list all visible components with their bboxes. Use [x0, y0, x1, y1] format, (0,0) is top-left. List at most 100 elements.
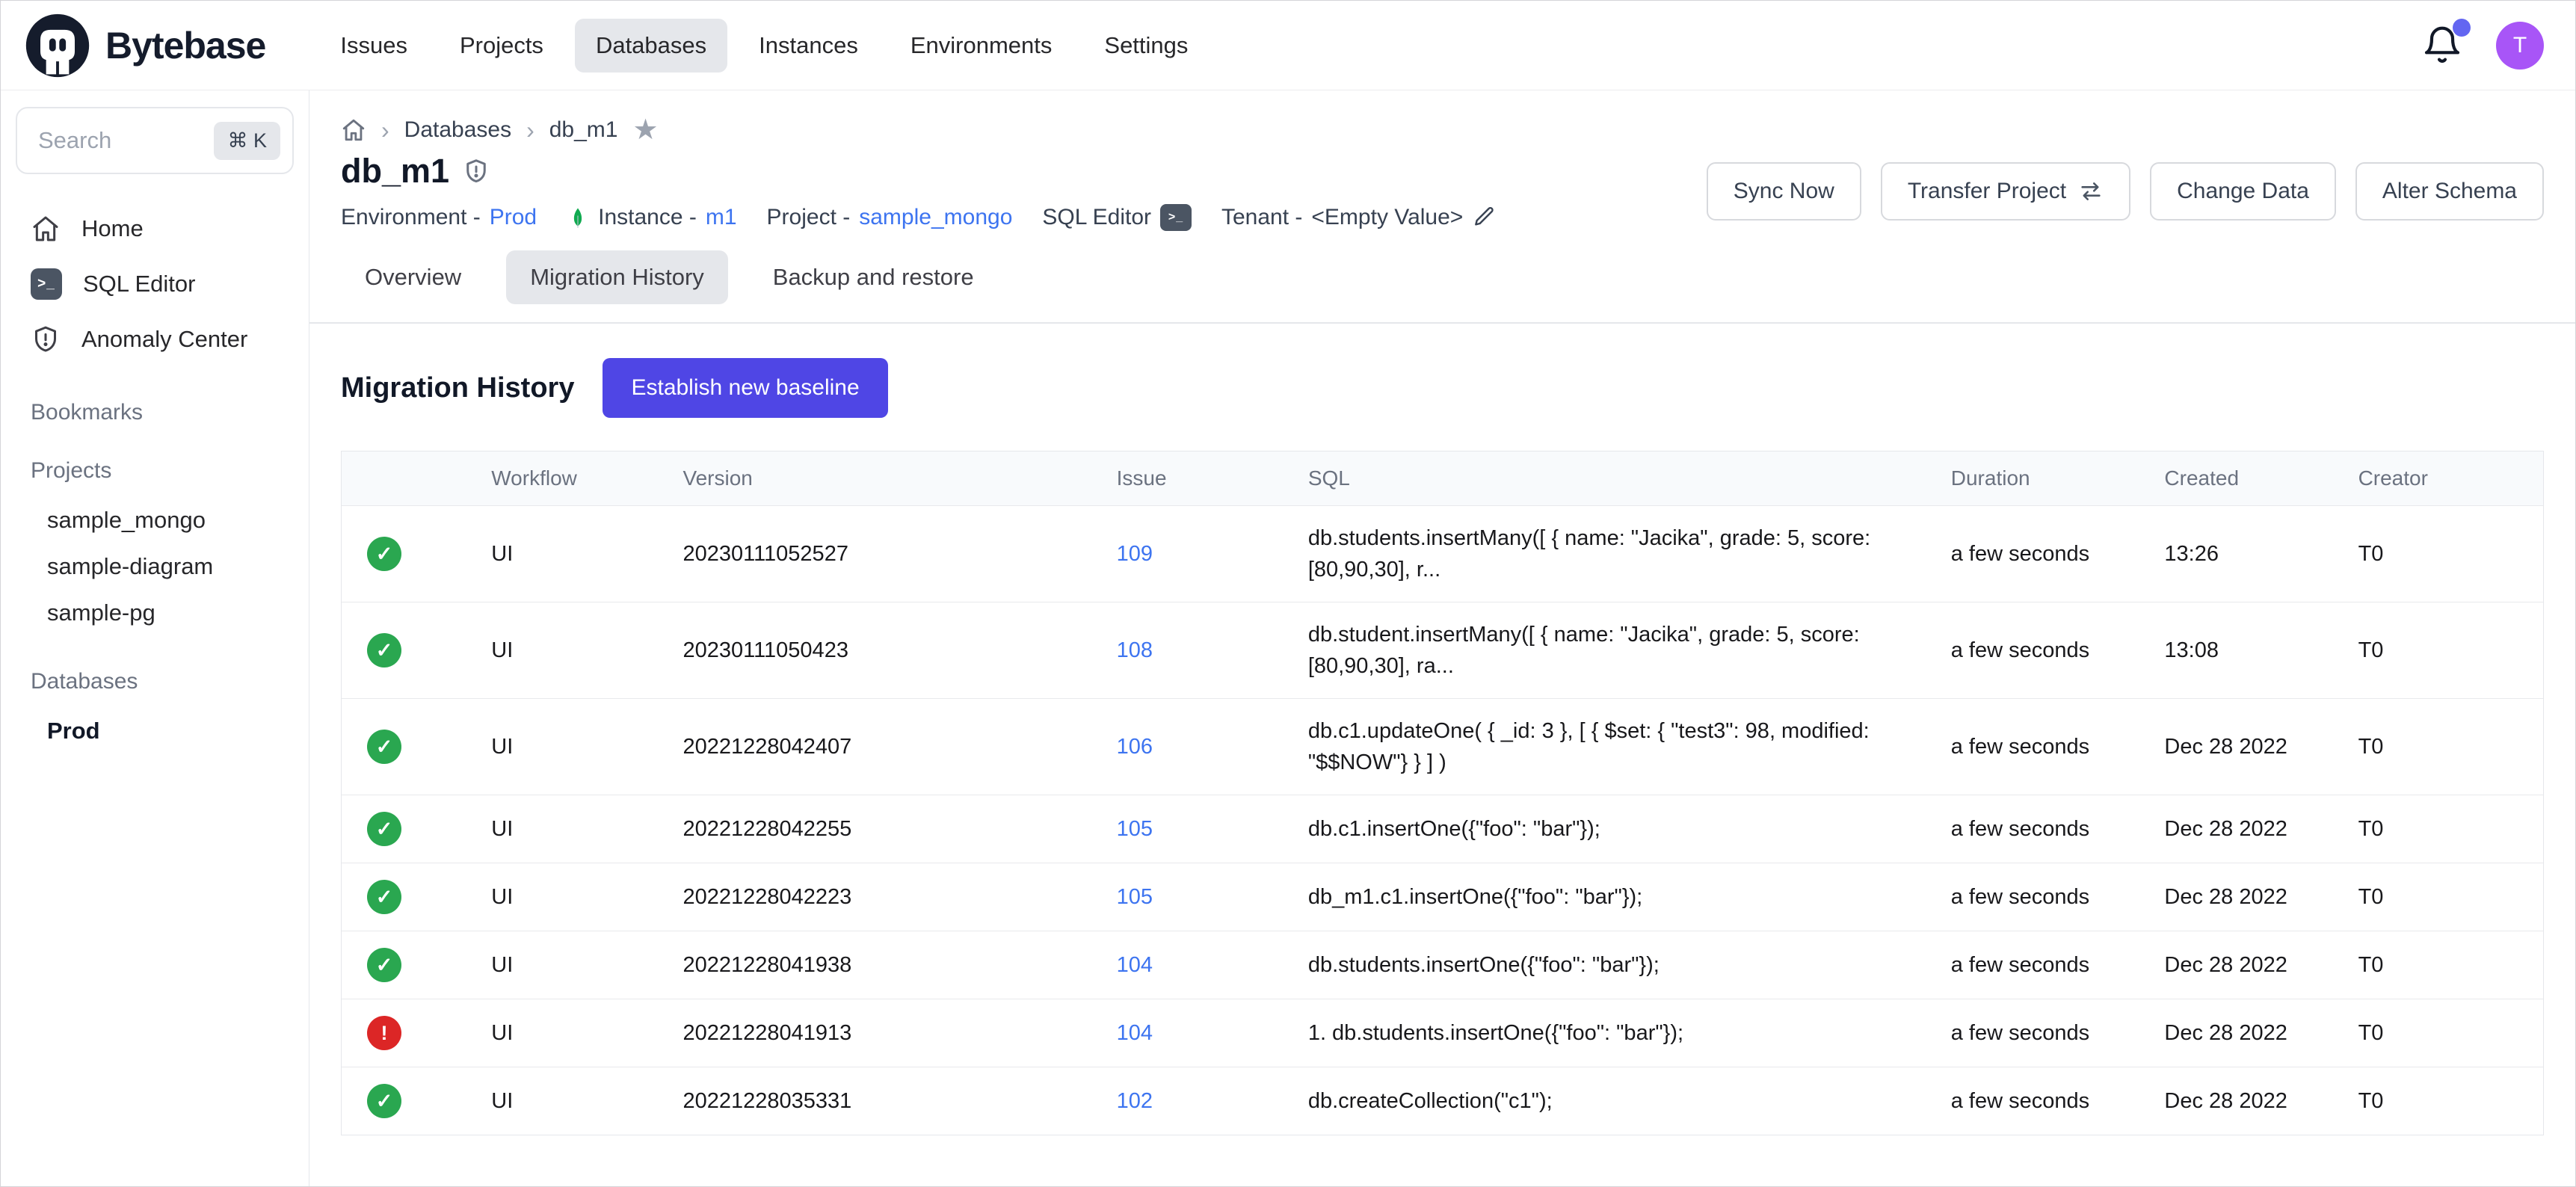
user-avatar[interactable]: T [2496, 22, 2544, 70]
breadcrumb-separator: › [381, 117, 389, 144]
app-window: Bytebase Issues Projects Databases Insta… [0, 0, 2576, 1187]
pencil-icon[interactable] [1472, 206, 1496, 229]
sync-now-label: Sync Now [1734, 179, 1834, 204]
cell-created: Dec 28 2022 [2164, 817, 2358, 842]
alter-schema-button[interactable]: Alter Schema [2355, 162, 2544, 221]
nav-item-projects[interactable]: Projects [439, 19, 564, 73]
sidebar-item-label: Home [81, 215, 144, 242]
shield-alert-icon [31, 324, 61, 354]
nav-item-settings[interactable]: Settings [1083, 19, 1209, 73]
cell-version: 20221228041913 [682, 1021, 1116, 1046]
breadcrumb-databases[interactable]: Databases [404, 117, 511, 143]
establish-new-baseline-button[interactable]: Establish new baseline [603, 358, 887, 418]
cell-workflow: UI [491, 953, 682, 978]
cell-workflow: UI [491, 817, 682, 842]
cell-workflow: UI [491, 885, 682, 910]
issue-link[interactable]: 105 [1117, 817, 1153, 841]
notifications-button[interactable] [2421, 25, 2463, 67]
tab-migration-history[interactable]: Migration History [506, 250, 728, 304]
table-row[interactable]: ✓ UI 20221228042223 105 db_m1.c1.insertO… [342, 863, 2543, 931]
tenant-value: <Empty Value> [1311, 205, 1463, 230]
database-meta-row: Environment - Prod Instance - m1 [341, 204, 1496, 231]
home-icon[interactable] [341, 117, 366, 143]
cell-workflow: UI [491, 638, 682, 663]
status-icon: ✓ [367, 812, 401, 846]
sidebar-item-sql-editor[interactable]: >_ SQL Editor [1, 256, 309, 312]
sidebar-section-databases: Databases [1, 669, 309, 694]
col-creator: Creator [2358, 466, 2543, 490]
project-link[interactable]: sample_mongo [859, 205, 1012, 230]
cell-creator: T0 [2358, 542, 2543, 567]
table-row[interactable]: ✓ UI 20221228042255 105 db.c1.insertOne(… [342, 795, 2543, 863]
cell-creator: T0 [2358, 1021, 2543, 1046]
status-icon: ✓ [367, 537, 401, 571]
change-data-button[interactable]: Change Data [2150, 162, 2336, 221]
table-row[interactable]: ✓ UI 20230111050423 108 db.student.inser… [342, 602, 2543, 698]
cell-duration: a few seconds [1951, 817, 2165, 842]
nav-item-environments[interactable]: Environments [890, 19, 1073, 73]
issue-link[interactable]: 102 [1117, 1089, 1153, 1113]
meta-project: Project - sample_mongo [767, 205, 1013, 230]
sidebar-project-sample-mongo[interactable]: sample_mongo [1, 497, 309, 543]
nav-item-databases[interactable]: Databases [575, 19, 727, 73]
tenant-label: Tenant - [1221, 205, 1302, 230]
tab-overview[interactable]: Overview [341, 250, 485, 304]
table-row[interactable]: ✓ UI 20221228035331 102 db.createCollect… [342, 1067, 2543, 1135]
issue-link[interactable]: 105 [1117, 885, 1153, 909]
sidebar-project-sample-pg[interactable]: sample-pg [1, 590, 309, 636]
terminal-icon: >_ [31, 268, 62, 300]
bookmark-star-icon[interactable]: ★ [632, 116, 658, 144]
table-row[interactable]: ✓ UI 20221228041938 104 db.students.inse… [342, 931, 2543, 999]
cell-version: 20221228042223 [682, 885, 1116, 910]
meta-tenant: Tenant - <Empty Value> [1221, 205, 1496, 230]
search-input[interactable] [38, 127, 214, 154]
cell-creator: T0 [2358, 953, 2543, 978]
sidebar-item-label: Anomaly Center [81, 326, 247, 353]
sidebar-item-anomaly-center[interactable]: Anomaly Center [1, 312, 309, 367]
table-row[interactable]: ✓ UI 20221228042407 106 db.c1.updateOne(… [342, 698, 2543, 795]
cell-creator: T0 [2358, 885, 2543, 910]
instance-link[interactable]: m1 [706, 205, 737, 230]
status-icon: ✓ [367, 730, 401, 764]
cell-created: Dec 28 2022 [2164, 953, 2358, 978]
issue-link[interactable]: 104 [1117, 953, 1153, 977]
issue-link[interactable]: 109 [1117, 542, 1153, 566]
issue-link[interactable]: 104 [1117, 1021, 1153, 1045]
breadcrumb: › Databases › db_m1 ★ [309, 90, 2575, 144]
cell-sql: db.students.insertMany([ { name: "Jacika… [1308, 522, 1951, 585]
sidebar-menu: Home >_ SQL Editor Anomaly Center [1, 201, 309, 367]
terminal-icon[interactable]: >_ [1160, 204, 1192, 231]
cell-duration: a few seconds [1951, 953, 2165, 978]
sidebar-item-home[interactable]: Home [1, 201, 309, 256]
cell-sql: 1. db.students.insertOne({"foo": "bar"})… [1308, 1017, 1951, 1049]
sync-now-button[interactable]: Sync Now [1707, 162, 1861, 221]
table-row[interactable]: ✓ UI 20230111052527 109 db.students.inse… [342, 505, 2543, 602]
cell-sql: db.student.insertMany([ { name: "Jacika"… [1308, 619, 1951, 682]
shield-alert-icon [463, 158, 490, 185]
col-issue: Issue [1117, 466, 1308, 490]
issue-link[interactable]: 106 [1117, 735, 1153, 759]
notification-dot [2453, 19, 2471, 37]
sidebar-database-prod[interactable]: Prod [1, 708, 309, 754]
cell-version: 20221228042255 [682, 817, 1116, 842]
sidebar-project-sample-diagram[interactable]: sample-diagram [1, 543, 309, 590]
cell-workflow: UI [491, 542, 682, 567]
cell-sql: db_m1.c1.insertOne({"foo": "bar"}); [1308, 881, 1951, 913]
table-row[interactable]: ! UI 20221228041913 104 1. db.students.i… [342, 999, 2543, 1067]
cell-sql: db.students.insertOne({"foo": "bar"}); [1308, 949, 1951, 981]
issue-link[interactable]: 108 [1117, 638, 1153, 662]
sidebar-section-projects: Projects [1, 458, 309, 484]
transfer-project-button[interactable]: Transfer Project [1881, 162, 2130, 221]
sidebar-section-bookmarks: Bookmarks [1, 400, 309, 425]
cell-creator: T0 [2358, 638, 2543, 663]
nav-item-instances[interactable]: Instances [738, 19, 879, 73]
sql-editor-label: SQL Editor [1042, 205, 1151, 230]
tab-backup-and-restore[interactable]: Backup and restore [749, 250, 998, 304]
bytebase-logo[interactable]: Bytebase [23, 11, 265, 80]
environment-link[interactable]: Prod [490, 205, 537, 230]
cell-created: Dec 28 2022 [2164, 735, 2358, 759]
nav-item-issues[interactable]: Issues [319, 19, 428, 73]
migration-table-body: ✓ UI 20230111052527 109 db.students.inse… [342, 505, 2543, 1135]
section-title: Migration History [341, 372, 574, 404]
breadcrumb-db-m1[interactable]: db_m1 [549, 117, 618, 143]
